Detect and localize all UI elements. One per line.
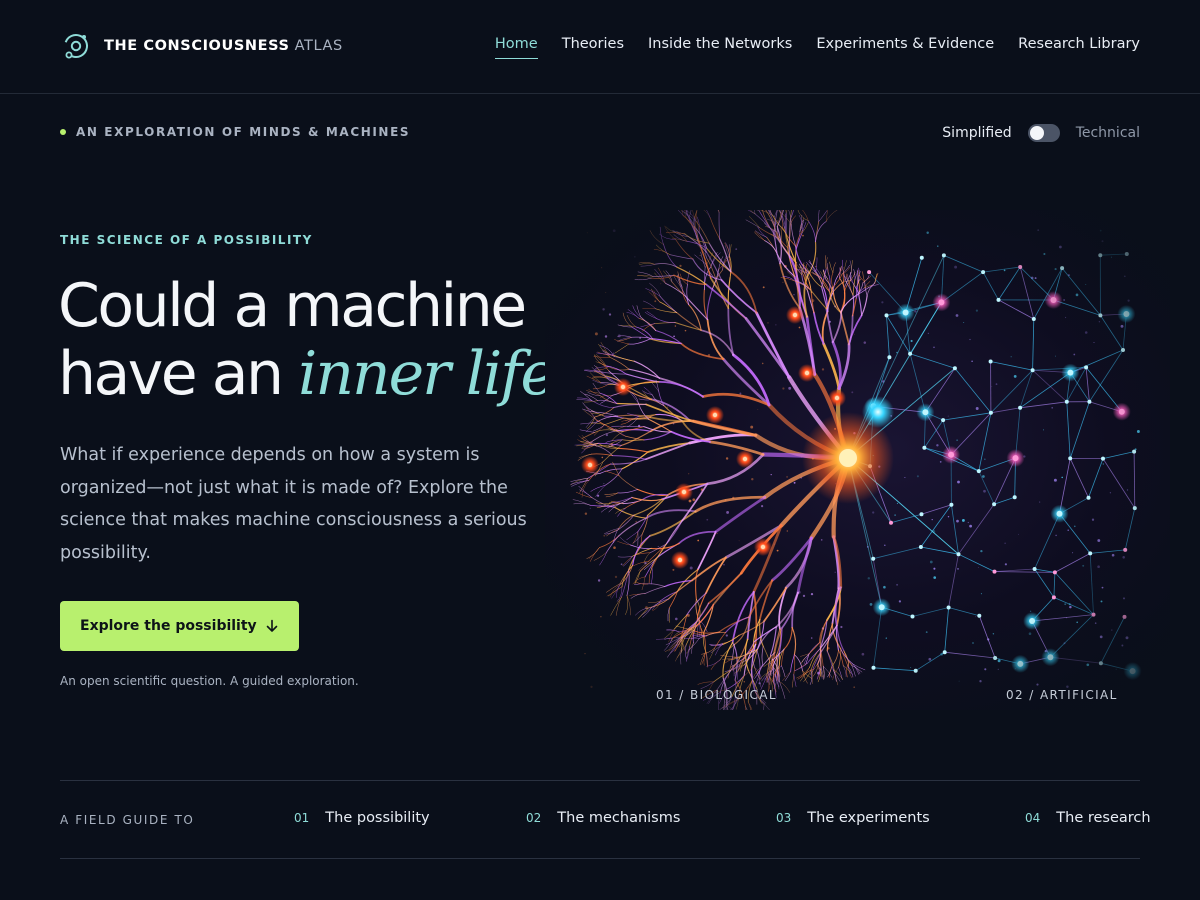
eyebrow: AN EXPLORATION OF MINDS & MACHINES bbox=[60, 125, 410, 139]
eyebrow-text: AN EXPLORATION OF MINDS & MACHINES bbox=[76, 125, 411, 139]
art-vignette bbox=[545, 210, 1170, 710]
guide-item-experiments[interactable]: 03 The experiments bbox=[776, 810, 930, 826]
brand-name-light: ATLAS bbox=[294, 38, 343, 54]
explore-button[interactable]: Explore the possibility bbox=[60, 601, 299, 651]
guide-item-title: The experiments bbox=[807, 810, 930, 826]
hero-lede: What if experience depends on how a syst… bbox=[60, 445, 527, 563]
neuron-network-svg bbox=[545, 210, 1170, 710]
guide-item-research[interactable]: 04 The research bbox=[1025, 810, 1151, 826]
explore-button-label: Explore the possibility bbox=[80, 618, 257, 634]
guide-item-possibility[interactable]: 01 The possibility bbox=[294, 810, 430, 826]
caption-artificial: 02 / ARTIFICIAL bbox=[1006, 688, 1118, 702]
mode-simplified-label[interactable]: Simplified bbox=[942, 125, 1011, 141]
orbit-logo-icon bbox=[64, 34, 88, 59]
field-guide-label: A FIELD GUIDE TO bbox=[60, 813, 195, 827]
mode-switch-knob bbox=[1029, 126, 1044, 140]
headline-accent: inner life? bbox=[298, 339, 586, 409]
mode-technical-label[interactable]: Technical bbox=[1076, 125, 1140, 141]
nav-inside-the-networks[interactable]: Inside the Networks bbox=[648, 36, 792, 58]
headline-line-1: Could a machine bbox=[58, 271, 527, 341]
guide-item-number: 04 bbox=[1025, 811, 1041, 825]
brand-name-bold: THE CONSCIOUSNESS bbox=[104, 38, 290, 54]
guide-item-number: 03 bbox=[776, 811, 792, 825]
caption-biological: 01 / BIOLOGICAL bbox=[656, 688, 777, 702]
reading-mode-toggle: Simplified Technical bbox=[942, 122, 1140, 144]
hero-headline: Could a machine have an inner life? bbox=[58, 271, 586, 409]
field-guide: A FIELD GUIDE TO 01 The possibility 02 T… bbox=[60, 780, 1151, 859]
main-nav: Home Theories Inside the Networks Experi… bbox=[494, 36, 1140, 59]
nav-research-library[interactable]: Research Library bbox=[1018, 36, 1140, 58]
neuron-network-illustration bbox=[545, 210, 1170, 710]
mode-switch[interactable] bbox=[1027, 124, 1060, 142]
brand-logo[interactable]: THE CONSCIOUSNESS ATLAS bbox=[60, 30, 343, 62]
hero-footnote: An open scientific question. A guided ex… bbox=[60, 674, 359, 688]
eyebrow-dot bbox=[60, 129, 66, 135]
guide-item-number: 01 bbox=[294, 811, 310, 825]
site-header: THE CONSCIOUSNESS ATLAS Home Theories Ins… bbox=[0, 0, 1200, 94]
guide-item-number: 02 bbox=[526, 811, 542, 825]
hero-kicker: THE SCIENCE OF A POSSIBILITY bbox=[60, 233, 313, 247]
brand-name: THE CONSCIOUSNESS ATLAS bbox=[104, 38, 343, 54]
nav-home[interactable]: Home bbox=[494, 36, 538, 59]
nav-experiments-evidence[interactable]: Experiments & Evidence bbox=[816, 36, 994, 58]
guide-item-title: The mechanisms bbox=[557, 810, 681, 826]
guide-item-title: The research bbox=[1056, 810, 1151, 826]
headline-line-2: have an inner life? bbox=[58, 339, 586, 409]
guide-item-title: The possibility bbox=[325, 810, 430, 826]
arrow-down-icon bbox=[266, 619, 278, 632]
nav-theories[interactable]: Theories bbox=[562, 36, 624, 58]
page: THE CONSCIOUSNESS ATLAS Home Theories Ins… bbox=[0, 0, 1200, 900]
guide-item-mechanisms[interactable]: 02 The mechanisms bbox=[526, 810, 680, 826]
headline-plain: have an bbox=[58, 339, 284, 409]
